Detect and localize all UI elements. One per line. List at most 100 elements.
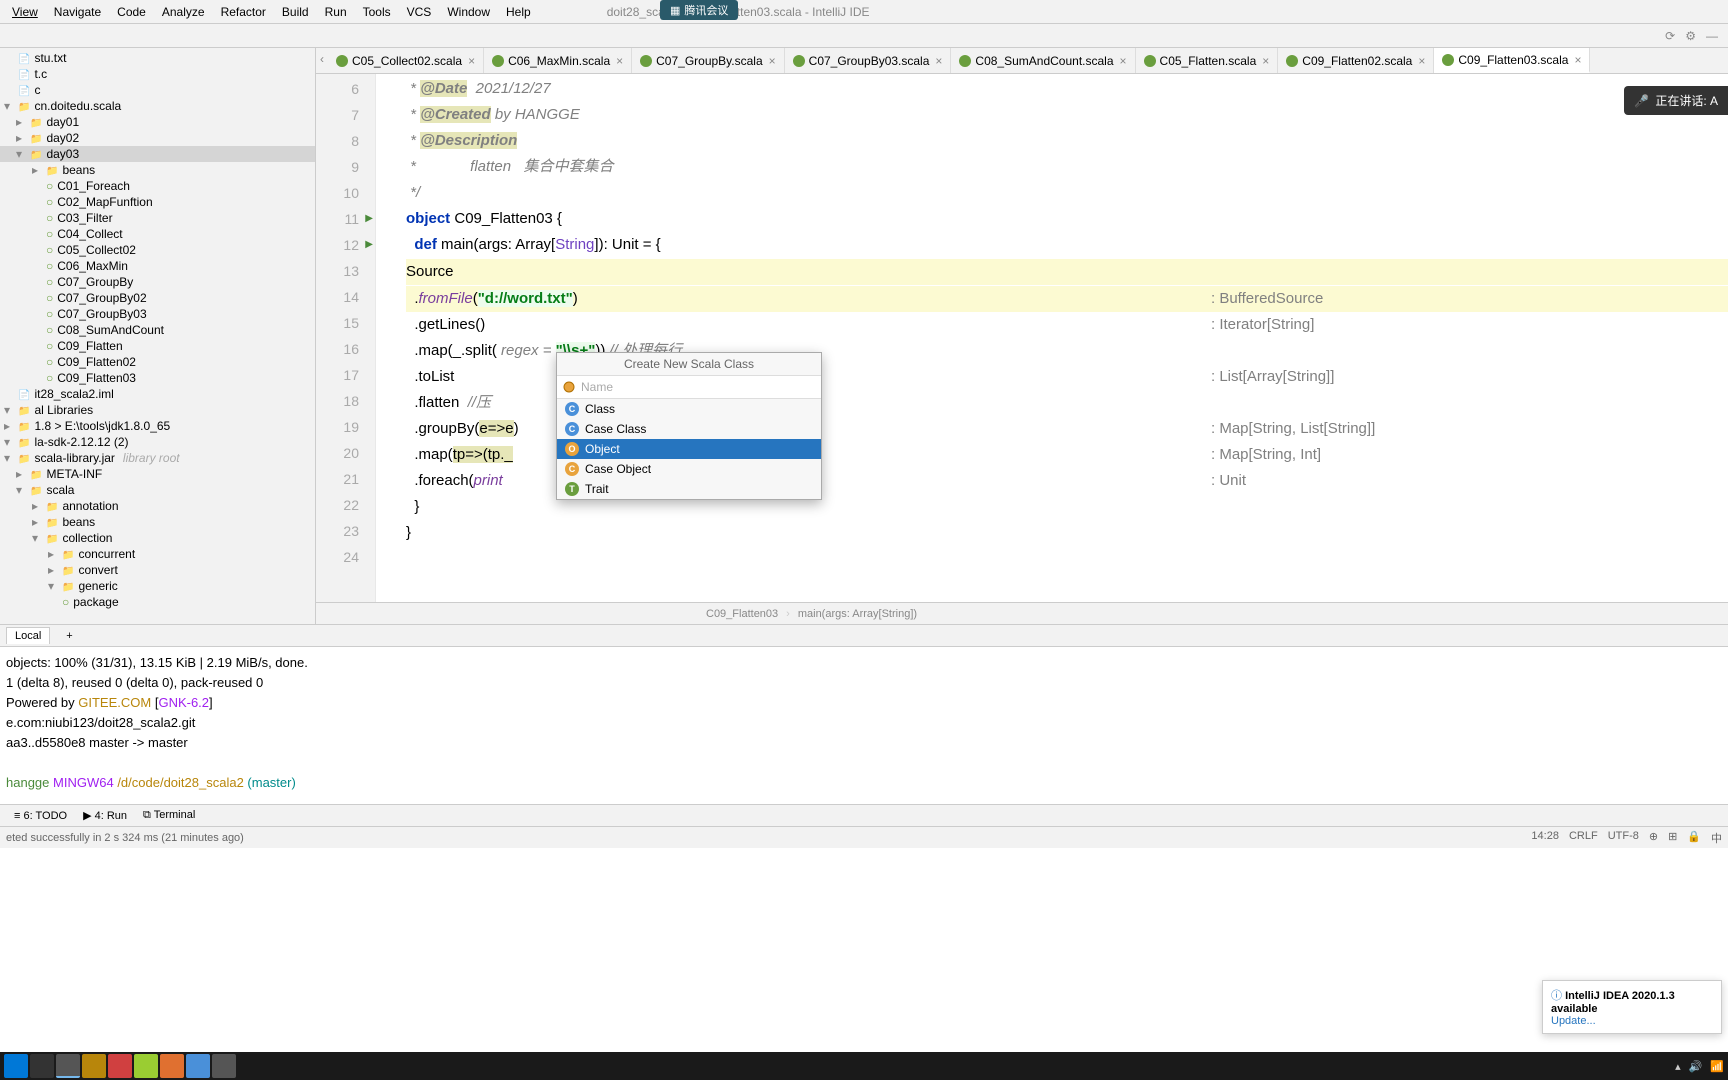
os-taskbar[interactable]: ▴ 🔊 📶 [0,1052,1728,1080]
tray-icon[interactable]: 🔊 [1689,1060,1703,1073]
tree-item[interactable]: C09_Flatten03 [0,370,315,386]
tree-item[interactable]: C04_Collect [0,226,315,242]
terminal-tab-local[interactable]: Local [6,627,50,644]
tray-icon[interactable]: ▴ [1675,1060,1681,1073]
editor-tab[interactable]: C09_Flatten02.scala× [1278,48,1434,73]
collapse-icon[interactable]: — [1706,29,1718,43]
close-icon[interactable]: × [616,54,623,68]
tree-item[interactable]: it28_scala2.iml [0,386,315,402]
code-line[interactable]: Source [406,259,1728,285]
tree-item[interactable]: C07_GroupBy03 [0,306,315,322]
run-gutter-icon[interactable]: ▶ [365,232,373,258]
todo-tool[interactable]: ≡ 6: TODO [6,810,75,822]
tree-item[interactable]: C09_Flatten02 [0,354,315,370]
menu-vcs[interactable]: VCS [399,3,440,21]
close-icon[interactable]: × [1262,54,1269,68]
popup-option-case-class[interactable]: CCase Class [557,419,821,439]
code-line[interactable]: * @Created by HANGGE [406,102,1728,128]
status-crlf[interactable]: CRLF [1569,830,1598,846]
lock-icon[interactable]: 🔒 [1687,830,1701,846]
tree-item[interactable]: ▸ beans [0,162,315,178]
update-link[interactable]: Update... [1551,1015,1596,1027]
settings-icon[interactable]: ⚙ [1685,29,1696,43]
tree-item[interactable]: ▸ day01 [0,114,315,130]
code-line[interactable]: def main(args: Array[String]): Unit = { [406,232,1728,258]
editor-tab[interactable]: C08_SumAndCount.scala× [951,48,1135,73]
tree-item[interactable]: C07_GroupBy [0,274,315,290]
tree-item[interactable]: ▾ collection [0,530,315,546]
close-icon[interactable]: × [1574,53,1581,67]
menu-build[interactable]: Build [274,3,317,21]
popup-option-class[interactable]: CClass [557,399,821,419]
status-icon1[interactable]: ⊕ [1649,830,1658,846]
code-line[interactable]: * @Description [406,128,1728,154]
tree-item[interactable]: C02_MapFunftion [0,194,315,210]
menu-analyze[interactable]: Analyze [154,3,213,21]
tree-item[interactable]: ▸ annotation [0,498,315,514]
project-tree[interactable]: stu.txt t.c c▾ cn.doitedu.scala▸ day01▸ … [0,48,316,624]
popup-option-case-object[interactable]: CCase Object [557,459,821,479]
tree-item[interactable]: ▸ day02 [0,130,315,146]
menu-navigate[interactable]: Navigate [46,3,109,21]
terminal[interactable]: objects: 100% (31/31), 13.15 KiB | 2.19 … [0,646,1728,804]
tree-item[interactable]: C08_SumAndCount [0,322,315,338]
tree-item[interactable]: ▾ la-sdk-2.12.12 (2) [0,434,315,450]
task-icon[interactable] [4,1054,28,1078]
meeting-app-badge[interactable]: ▦ 腾讯会议 [660,0,738,20]
terminal-tool[interactable]: ⧉ Terminal [135,809,203,822]
tree-item[interactable]: stu.txt [0,50,315,66]
breadcrumb[interactable]: C09_Flatten03 › main(args: Array[String]… [316,602,1728,624]
close-icon[interactable]: × [935,54,942,68]
code-line[interactable]: } [406,520,1728,546]
tree-item[interactable]: package [0,594,315,610]
tree-item[interactable]: ▸ 1.8 > E:\tools\jdk1.8.0_65 [0,418,315,434]
menu-tools[interactable]: Tools [355,3,399,21]
menu-window[interactable]: Window [439,3,498,21]
run-tool[interactable]: ▶ 4: Run [75,809,135,822]
close-icon[interactable]: × [1120,54,1127,68]
code-line[interactable]: object C09_Flatten03 { [406,206,1728,232]
tree-item[interactable]: ▸ META-INF [0,466,315,482]
popup-option-trait[interactable]: TTrait [557,479,821,499]
editor-tab[interactable]: C09_Flatten03.scala× [1434,48,1590,73]
task-icon[interactable] [212,1054,236,1078]
editor-tab[interactable]: C06_MaxMin.scala× [484,48,632,73]
tree-item[interactable]: C07_GroupBy02 [0,290,315,306]
run-gutter-icon[interactable]: ▶ [365,206,373,232]
tree-item[interactable]: c [0,82,315,98]
menu-help[interactable]: Help [498,3,539,21]
tree-item[interactable]: ▾ scala [0,482,315,498]
tree-item[interactable]: C06_MaxMin [0,258,315,274]
tree-item[interactable]: ▾ generic [0,578,315,594]
editor-tab[interactable]: C05_Collect02.scala× [328,48,484,73]
ime-icon[interactable]: 中 [1711,830,1722,846]
task-icon[interactable] [82,1054,106,1078]
close-icon[interactable]: × [769,54,776,68]
task-icon[interactable] [30,1054,54,1078]
task-icon[interactable] [56,1054,80,1078]
tree-item[interactable]: C03_Filter [0,210,315,226]
tree-item[interactable]: t.c [0,66,315,82]
menu-run[interactable]: Run [317,3,355,21]
close-icon[interactable]: × [1418,54,1425,68]
tree-item[interactable]: ▾ cn.doitedu.scala [0,98,315,114]
menu-refactor[interactable]: Refactor [213,3,274,21]
task-icon[interactable] [134,1054,158,1078]
status-encoding[interactable]: UTF-8 [1608,830,1639,846]
code-line[interactable]: */ [406,180,1728,206]
tree-item[interactable]: ▸ beans [0,514,315,530]
tree-item[interactable]: C09_Flatten [0,338,315,354]
code-line[interactable]: * @Date 2021/12/27 [406,76,1728,102]
popup-option-object[interactable]: OObject [557,439,821,459]
terminal-tab-add[interactable]: + [58,628,80,644]
code-area[interactable]: * @Date 2021/12/27 * @Created by HANGGE … [376,74,1728,602]
tray-icon[interactable]: 📶 [1710,1060,1724,1073]
tree-item[interactable]: ▾ scala-library.jarlibrary root [0,450,315,466]
task-icon[interactable] [108,1054,132,1078]
menu-code[interactable]: Code [109,3,154,21]
tree-item[interactable]: ▾ day03 [0,146,315,162]
tree-item[interactable]: ▸ concurrent [0,546,315,562]
task-icon[interactable] [160,1054,184,1078]
menu-view[interactable]: View [4,3,46,21]
tree-item[interactable]: C05_Collect02 [0,242,315,258]
